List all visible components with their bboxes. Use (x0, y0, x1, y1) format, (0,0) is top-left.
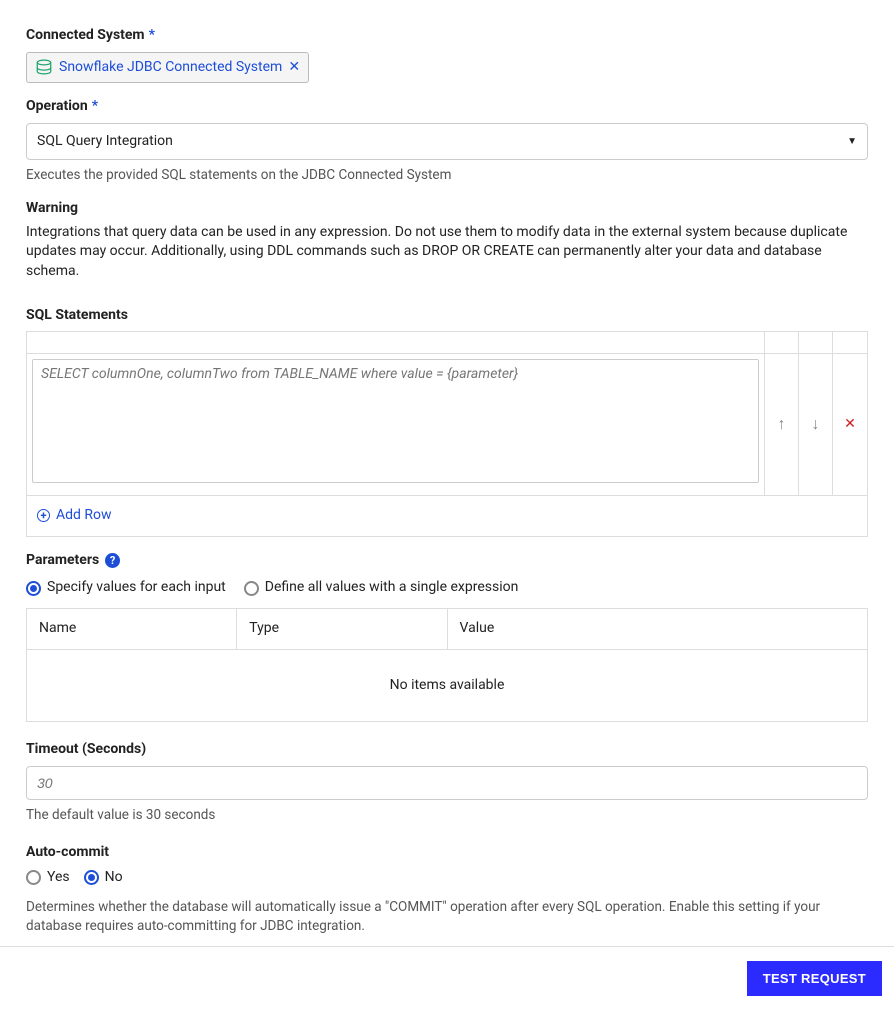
connected-system-field: Connected System * Snowflake JDBC Connec… (26, 26, 868, 83)
radio-specify-label: Specify values for each input (47, 578, 226, 598)
required-asterisk: * (92, 97, 98, 117)
connected-system-chip-label: Snowflake JDBC Connected System (59, 58, 282, 78)
autocommit-helper: Determines whether the database will aut… (26, 898, 856, 936)
autocommit-no-label: No (105, 868, 123, 888)
autocommit-yes[interactable]: Yes (26, 868, 70, 888)
parameters-table: Name Type Value (26, 608, 868, 650)
param-col-value: Value (447, 608, 868, 649)
operation-field: Operation * SQL Query Integration ▼ Exec… (26, 97, 868, 185)
sql-statements-label: SQL Statements (26, 306, 868, 326)
arrow-up-icon: ↑ (778, 413, 786, 435)
delete-icon: ✕ (844, 415, 856, 435)
timeout-label: Timeout (Seconds) (26, 740, 868, 760)
autocommit-radio-row: Yes No (26, 868, 868, 888)
warning-text: Integrations that query data can be used… (26, 223, 856, 282)
parameters-radio-specify[interactable]: Specify values for each input (26, 578, 226, 598)
autocommit-no[interactable]: No (84, 868, 123, 888)
parameters-empty-message: No items available (26, 650, 868, 723)
plus-circle-icon: + (37, 509, 50, 522)
autocommit-yes-input[interactable] (26, 870, 41, 885)
delete-row-button[interactable]: ✕ (833, 354, 867, 495)
move-up-button[interactable]: ↑ (765, 354, 799, 495)
autocommit-label: Auto-commit (26, 843, 868, 863)
parameters-label-text: Parameters (26, 551, 99, 571)
footer: TEST REQUEST (0, 946, 894, 1010)
radio-specify-input[interactable] (26, 581, 41, 596)
sql-statement-textarea[interactable] (32, 359, 759, 483)
add-row-link[interactable]: + Add Row (37, 506, 112, 526)
caret-down-icon: ▼ (847, 135, 857, 149)
sql-statement-row: ↑ ↓ ✕ (27, 354, 867, 495)
operation-select[interactable]: SQL Query Integration ▼ (26, 123, 868, 161)
operation-label: Operation * (26, 97, 868, 117)
arrow-down-icon: ↓ (812, 413, 820, 435)
radio-define-input[interactable] (244, 581, 259, 596)
param-col-name: Name (27, 608, 237, 649)
connected-system-label: Connected System * (26, 26, 868, 46)
add-row-container: + Add Row (27, 495, 867, 536)
parameters-label: Parameters ? (26, 551, 868, 571)
timeout-helper: The default value is 30 seconds (26, 806, 868, 825)
parameters-radio-row: Specify values for each input Define all… (26, 578, 868, 598)
sql-statements-table: ↑ ↓ ✕ + Add Row (26, 331, 868, 536)
radio-define-label: Define all values with a single expressi… (265, 578, 519, 598)
autocommit-yes-label: Yes (47, 868, 70, 888)
move-down-button[interactable]: ↓ (799, 354, 833, 495)
connected-system-chip[interactable]: Snowflake JDBC Connected System ✕ (26, 52, 309, 84)
warning-title: Warning (26, 199, 868, 219)
remove-chip-icon[interactable]: ✕ (288, 60, 300, 74)
add-row-label: Add Row (56, 506, 112, 526)
autocommit-no-input[interactable] (84, 870, 99, 885)
timeout-input[interactable] (26, 766, 868, 800)
connected-system-label-text: Connected System (26, 26, 145, 46)
operation-select-value: SQL Query Integration (37, 132, 173, 152)
operation-helper: Executes the provided SQL statements on … (26, 166, 868, 185)
test-request-button[interactable]: TEST REQUEST (747, 961, 882, 996)
sql-statements-header-row (27, 332, 867, 354)
operation-label-text: Operation (26, 97, 88, 117)
parameters-radio-define[interactable]: Define all values with a single expressi… (244, 578, 519, 598)
param-col-type: Type (237, 608, 447, 649)
help-icon[interactable]: ? (105, 553, 120, 568)
database-icon (35, 59, 53, 75)
required-asterisk: * (149, 26, 155, 46)
